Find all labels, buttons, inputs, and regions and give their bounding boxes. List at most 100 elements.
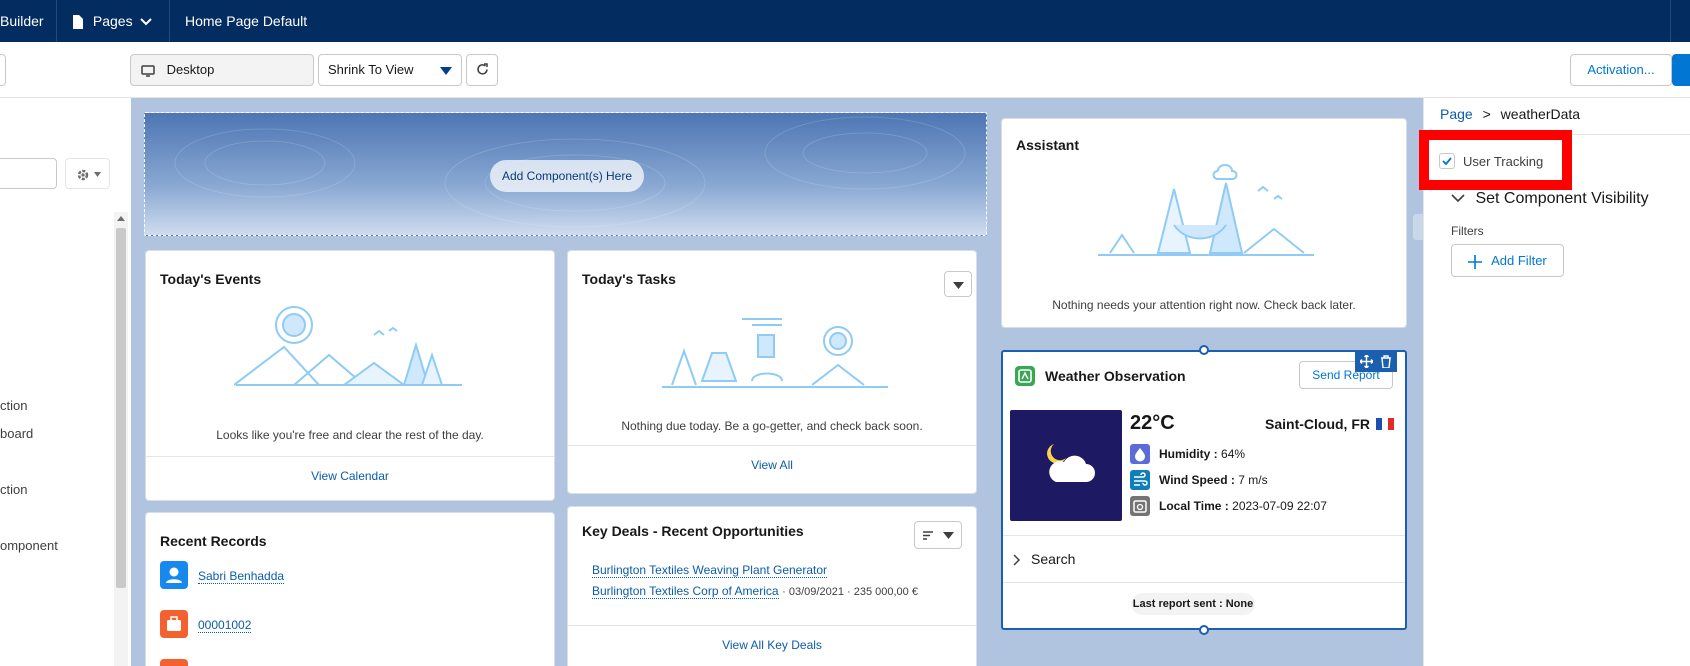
chevron-right-icon: [1013, 554, 1021, 566]
scrollbar-thumb[interactable]: [116, 228, 126, 588]
view-all-key-deals-link[interactable]: View All Key Deals: [568, 625, 976, 666]
component-visibility-section[interactable]: Set Component Visibility: [1451, 190, 1649, 208]
search-components-input[interactable]: [0, 158, 57, 189]
wind-icon: [1130, 470, 1150, 490]
case-icon: [160, 610, 188, 638]
user-tracking-checkbox[interactable]: [1439, 153, 1455, 169]
humidity-icon: [1130, 444, 1150, 464]
view-calendar-link[interactable]: View Calendar: [146, 456, 554, 500]
local-time-label: Local Time :: [1159, 499, 1229, 513]
toolbar-button-partial[interactable]: [0, 54, 6, 86]
weather-app-icon: [1015, 366, 1035, 386]
local-time-row: Local Time : 2023-07-09 22:07: [1159, 499, 1327, 513]
header-region[interactable]: Add Component(s) Here: [144, 112, 987, 236]
location-text: Saint-Cloud, FR: [1265, 416, 1370, 432]
deal-meta: · 03/09/2021 · 235 000,00 €: [782, 586, 918, 598]
contact-icon: [160, 561, 188, 589]
add-component-button[interactable]: Add Component(s) Here: [490, 160, 644, 192]
settings-menu-button[interactable]: [65, 158, 110, 189]
builder-toolbar: Desktop Shrink To View Activation...: [0, 42, 1690, 98]
caret-down-icon: [943, 532, 954, 539]
scroll-up-icon[interactable]: [117, 216, 125, 221]
components-scrollbar[interactable]: [114, 212, 128, 666]
refresh-icon: [475, 62, 490, 77]
caret-down-icon: [953, 282, 964, 289]
clock-icon: [1130, 496, 1150, 516]
todays-events-card: Today's Events Looks like you're free an…: [145, 250, 555, 501]
empty-state-text: Looks like you're free and clear the res…: [216, 428, 484, 442]
hammock-illustration: [1098, 164, 1314, 256]
temperature: 22°C: [1130, 412, 1175, 434]
insert-handle-bottom[interactable]: [1199, 625, 1209, 635]
france-flag-icon: [1375, 418, 1394, 430]
checkmark-icon: [1442, 157, 1452, 166]
weather-condition-tile: [1010, 410, 1122, 521]
deal-details: Burlington Textiles Corp of America · 03…: [592, 583, 918, 599]
record-link[interactable]: Sabri Benhadda: [198, 569, 285, 584]
empty-state-text: Nothing needs your attention right now. …: [1052, 298, 1356, 312]
record-icon: [160, 659, 188, 666]
properties-panel: Page > weatherData User Tracking Set Com…: [1419, 98, 1690, 666]
component-actions: [1355, 352, 1397, 372]
chevron-down-icon: [140, 18, 153, 26]
device-desktop-button[interactable]: Desktop: [130, 54, 314, 86]
assistant-card: Assistant Nothing needs your attention r…: [1001, 118, 1407, 328]
user-tracking-label: User Tracking: [1463, 154, 1544, 169]
weather-observation-card[interactable]: Weather Observation Send Report 22°C Sai…: [1001, 350, 1407, 630]
beach-illustration: [662, 318, 888, 388]
camping-illustration: [234, 306, 462, 386]
insert-handle-top[interactable]: [1199, 345, 1209, 355]
breadcrumb-page-link[interactable]: Page: [1440, 106, 1473, 122]
search-accordion[interactable]: Search: [1003, 535, 1405, 583]
tasks-menu-button[interactable]: [944, 271, 972, 297]
device-label: Desktop: [166, 62, 215, 77]
delete-icon[interactable]: [1380, 355, 1392, 368]
deal-name-link[interactable]: Burlington Textiles Weaving Plant Genera…: [592, 563, 828, 578]
humidity-label: Humidity :: [1159, 447, 1218, 461]
pages-label: Pages: [92, 13, 133, 29]
components-panel: ction board ction omponent: [0, 98, 131, 666]
wind-label: Wind Speed :: [1159, 473, 1235, 487]
last-report-badge: Last report sent : None: [1131, 593, 1255, 615]
move-icon[interactable]: [1360, 355, 1373, 368]
component-list-item[interactable]: omponent: [0, 538, 58, 553]
refresh-button[interactable]: [466, 54, 498, 86]
deal-account-link[interactable]: Burlington Textiles Corp of America: [592, 584, 779, 599]
humidity-row: Humidity : 64%: [1159, 447, 1245, 461]
page-icon: [72, 15, 83, 30]
zoom-select-value: Shrink To View: [328, 62, 414, 77]
wind-row: Wind Speed : 7 m/s: [1159, 473, 1268, 487]
card-title: Today's Tasks: [582, 271, 676, 287]
wind-value: 7 m/s: [1238, 473, 1268, 487]
page-canvas: Add Component(s) Here Today's Events Loo…: [131, 98, 1423, 666]
view-all-tasks-link[interactable]: View All: [568, 445, 976, 493]
local-time-value: 2023-07-09 22:07: [1232, 499, 1327, 513]
pages-menu[interactable]: Pages: [72, 0, 153, 42]
activation-button[interactable]: Activation...: [1570, 54, 1672, 86]
panel-collapse-handle[interactable]: [1413, 214, 1423, 240]
chevron-down-icon: [1451, 194, 1465, 203]
record-link[interactable]: 00001002: [198, 618, 252, 633]
location-label: Saint-Cloud, FR: [1265, 416, 1394, 432]
breadcrumb: Page > weatherData: [1440, 106, 1580, 122]
sort-menu-button[interactable]: [914, 521, 962, 549]
component-list-item[interactable]: ction: [0, 398, 27, 413]
save-button-partial[interactable]: [1672, 54, 1690, 86]
todays-tasks-card: Today's Tasks Nothing due today. Be a go…: [567, 250, 977, 494]
plus-icon: [1468, 254, 1483, 269]
card-title: Assistant: [1016, 137, 1080, 153]
breadcrumb-separator: >: [1482, 106, 1491, 122]
sort-icon: [923, 530, 936, 541]
caret-down-icon: [440, 67, 452, 75]
card-title: Key Deals - Recent Opportunities: [582, 523, 804, 539]
zoom-select[interactable]: Shrink To View: [318, 54, 462, 86]
humidity-value: 64%: [1221, 447, 1246, 461]
page-title: Home Page Default: [185, 13, 308, 29]
visibility-section-label: Set Component Visibility: [1475, 190, 1649, 207]
card-title: Today's Events: [160, 271, 262, 287]
add-filter-button[interactable]: Add Filter: [1451, 244, 1564, 277]
component-list-item[interactable]: ction: [0, 482, 27, 497]
add-filter-label: Add Filter: [1491, 253, 1547, 268]
component-list-item[interactable]: board: [0, 426, 33, 441]
breadcrumb-current: weatherData: [1500, 106, 1581, 122]
